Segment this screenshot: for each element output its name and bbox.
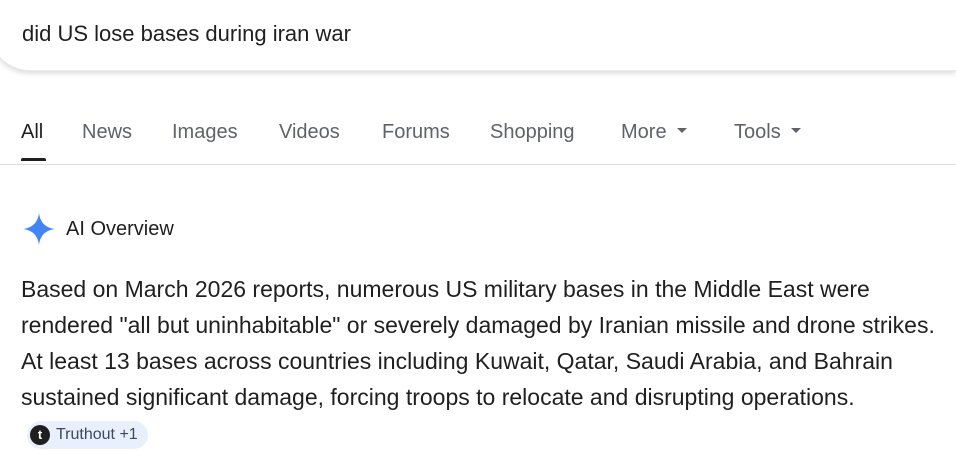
chevron-down-icon <box>790 128 801 134</box>
ai-overview-text: Based on March 2026 reports, numerous US… <box>21 271 946 451</box>
tab-more-label: More <box>621 121 667 143</box>
truthout-logo-icon: t <box>30 425 50 445</box>
tab-forums[interactable]: Forums <box>382 120 450 144</box>
search-tabs: All News Images Videos Forums Shopping M… <box>0 108 956 165</box>
sparkle-icon <box>23 213 55 245</box>
ai-overview-body: Based on March 2026 reports, numerous US… <box>21 276 935 410</box>
tab-news[interactable]: News <box>82 120 132 144</box>
ai-overview-header: AI Overview <box>22 212 174 246</box>
source-chip[interactable]: t Truthout +1 <box>27 421 148 449</box>
tab-more[interactable]: More <box>621 120 687 144</box>
source-chip-label: Truthout +1 <box>56 426 138 443</box>
search-box[interactable]: did US lose bases during iran war <box>0 0 956 71</box>
search-input[interactable]: did US lose bases during iran war <box>22 20 351 48</box>
tab-tools-label: Tools <box>734 121 781 143</box>
tab-images[interactable]: Images <box>172 120 238 144</box>
search-results-page: did US lose bases during iran war All Ne… <box>0 0 956 451</box>
ai-overview-title: AI Overview <box>66 217 174 240</box>
tab-all[interactable]: All <box>21 120 43 144</box>
active-tab-indicator <box>21 158 46 161</box>
tab-videos[interactable]: Videos <box>279 120 340 144</box>
tab-tools[interactable]: Tools <box>734 120 801 144</box>
tab-shopping[interactable]: Shopping <box>490 120 575 144</box>
chevron-down-icon <box>676 128 687 134</box>
